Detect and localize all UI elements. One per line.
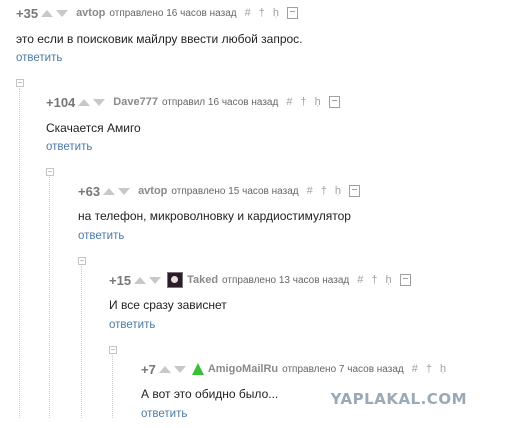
timestamp: отправлено 16 часов назад [109, 7, 237, 19]
reply-arrow-icon[interactable]: ḥ [315, 96, 321, 108]
pin-icon[interactable]: † [371, 274, 377, 286]
pin-icon[interactable]: † [300, 96, 306, 108]
downvote-icon[interactable] [93, 98, 106, 106]
username[interactable]: Taked [187, 274, 218, 286]
thread-line [112, 355, 114, 418]
rating: +63 [78, 183, 101, 199]
downvote-icon[interactable] [173, 365, 186, 373]
reply-link[interactable]: ответить [141, 408, 187, 420]
upvote-icon[interactable] [134, 276, 147, 284]
downvote-icon[interactable] [56, 9, 69, 17]
comment-text: И все сразу зависнет [109, 298, 227, 312]
hash-icon[interactable]: # [412, 363, 418, 375]
upvote-icon[interactable] [41, 9, 54, 17]
upvote-icon[interactable] [103, 187, 116, 195]
hash-icon[interactable]: # [307, 185, 313, 197]
pin-icon[interactable]: † [426, 363, 432, 375]
reply-arrow-icon[interactable]: ḥ [335, 185, 341, 197]
timestamp: отправил 16 часов назад [161, 96, 279, 108]
collapse-toggle[interactable] [46, 168, 54, 176]
reply-arrow-icon[interactable]: ḥ [440, 363, 446, 375]
comment-text: на телефон, микроволновку и кардиостимул… [78, 209, 351, 223]
username[interactable]: avtop [76, 7, 105, 19]
collapse-toggle[interactable] [16, 79, 24, 87]
reply-link[interactable]: ответить [78, 230, 124, 242]
reply-arrow-icon[interactable]: ḥ [273, 7, 279, 19]
timestamp: отправлено 13 часов назад [222, 274, 350, 286]
reply-link[interactable]: ответить [109, 319, 155, 331]
downvote-icon[interactable] [118, 187, 131, 195]
thread-line [19, 88, 21, 418]
collapse-toggle[interactable] [78, 257, 86, 265]
username[interactable]: Dave777 [113, 96, 158, 108]
rating: +35 [16, 5, 39, 21]
rating: +15 [109, 272, 132, 288]
hash-icon[interactable]: # [286, 96, 292, 108]
avatar[interactable] [167, 272, 184, 288]
comment-text: А вот это обидно было... [141, 387, 279, 401]
hash-icon[interactable]: # [357, 274, 363, 286]
username[interactable]: avtop [138, 185, 167, 197]
timestamp: отправлено 7 часов назад [282, 363, 404, 375]
comment-header: +35 avtop отправлено 16 часов назад # † … [16, 4, 298, 22]
upvote-icon[interactable] [158, 365, 171, 373]
timestamp: отправлено 15 часов назад [171, 185, 299, 197]
thread-line [49, 177, 51, 418]
reply-arrow-icon[interactable]: ḥ [386, 274, 392, 286]
collapse-toggle[interactable] [109, 346, 117, 354]
save-icon[interactable] [348, 185, 360, 197]
comment-text: Скачается Амиго [46, 121, 141, 135]
reply-link[interactable]: ответить [46, 141, 92, 153]
comment-header: +7 AmigoMailRu отправлено 7 часов назад … [141, 360, 446, 378]
thread-line [81, 266, 83, 418]
pin-icon[interactable]: † [259, 7, 265, 19]
save-icon[interactable] [286, 7, 298, 19]
comment-header: +104 Dave777 отправил 16 часов назад # †… [46, 93, 340, 111]
rating: +104 [46, 94, 76, 110]
pin-icon[interactable]: † [321, 185, 327, 197]
username[interactable]: AmigoMailRu [208, 363, 278, 375]
comment-header: +15 Taked отправлено 13 часов назад # † … [109, 271, 411, 289]
upvote-icon[interactable] [78, 98, 91, 106]
downvote-icon[interactable] [149, 276, 162, 284]
reply-link[interactable]: ответить [16, 52, 62, 64]
amigo-logo-icon [191, 363, 204, 375]
save-icon[interactable] [328, 96, 340, 108]
watermark: YAPLAKAL.COM [330, 390, 467, 408]
comment-text: это если в поисковик майлру ввести любой… [16, 32, 303, 46]
comment-header: +63 avtop отправлено 15 часов назад # † … [78, 182, 360, 200]
save-icon[interactable] [399, 274, 411, 286]
rating: +7 [141, 361, 156, 377]
hash-icon[interactable]: # [245, 7, 251, 19]
